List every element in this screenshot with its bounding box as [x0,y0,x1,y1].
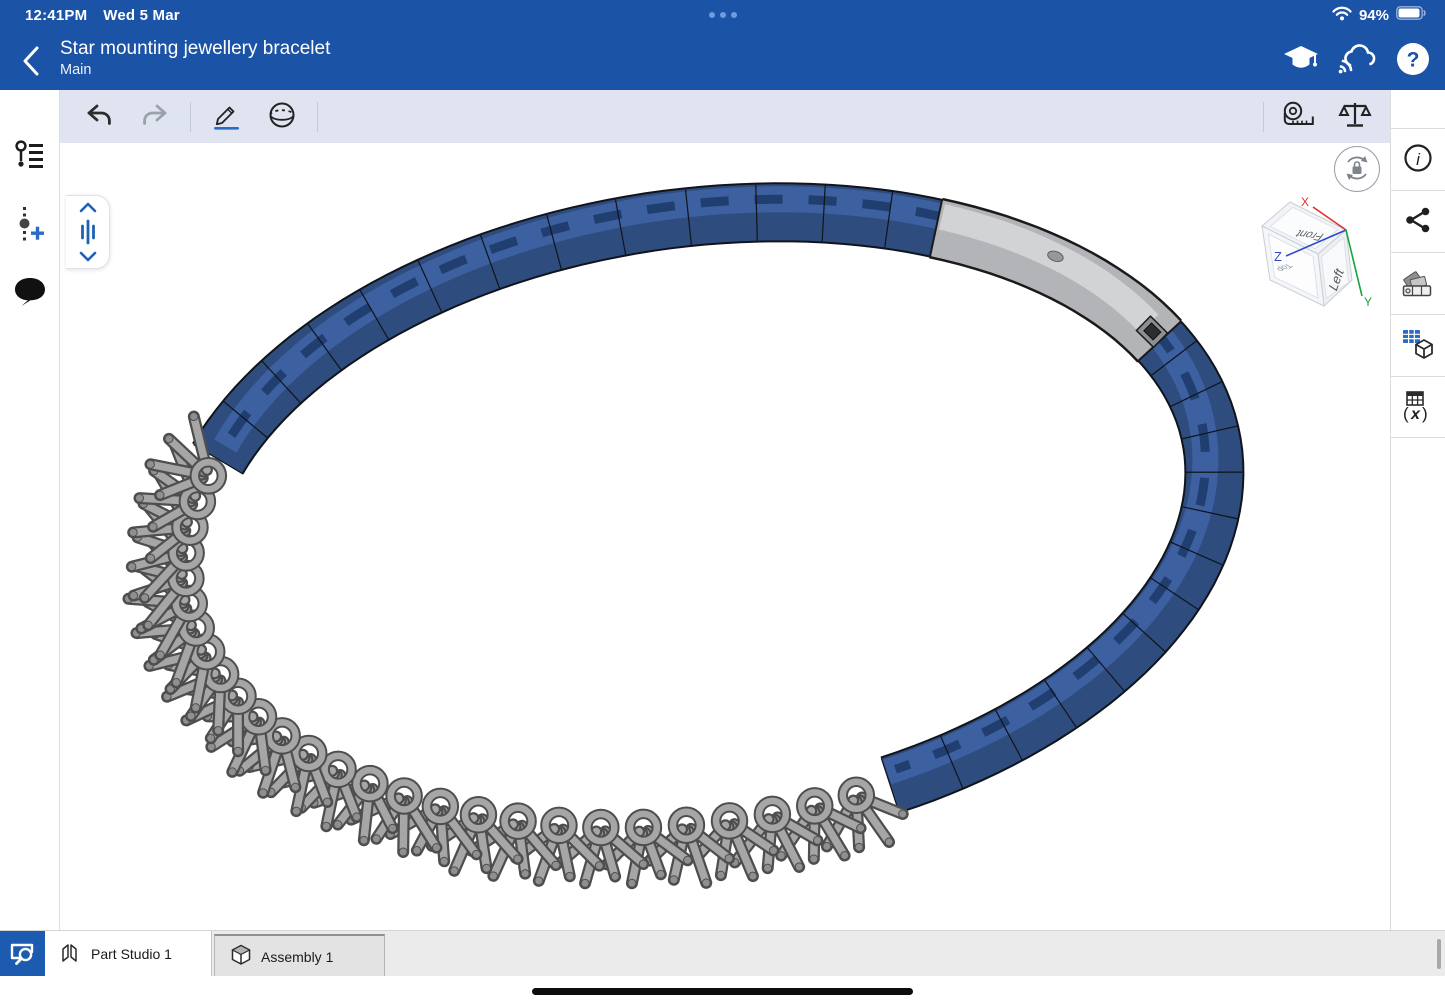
home-indicator[interactable] [532,988,913,995]
tabbar-scrollbar[interactable] [1437,939,1441,969]
app-header: Star mounting jewellery bracelet Main [0,30,1445,90]
variables-button[interactable]: ( x ) [1391,376,1445,438]
svg-text:?: ? [1407,48,1420,71]
insert-plus-icon [14,205,46,246]
workspace-name: Main [60,61,330,80]
left-sidebar [0,90,60,930]
axis-x-label: X [1301,196,1309,209]
battery-icon [1396,6,1427,24]
toolbar-divider [190,102,191,132]
sketch-button[interactable] [205,96,247,138]
bracelet-model [60,143,1390,930]
view-cube[interactable]: Front Left Top X Z Y [1256,196,1386,316]
toolbar-divider [317,102,318,132]
axis-y-label: Y [1364,295,1372,309]
assembly-icon [229,943,253,970]
status-bar: 12:41PM Wed 5 Mar 94% [0,0,1445,30]
measure-button[interactable] [1278,96,1320,138]
tab-search-icon [8,939,38,970]
undo-icon [84,102,114,131]
help-icon: ? [1396,42,1430,79]
configurations-button[interactable] [1391,314,1445,376]
comments-button[interactable] [8,271,52,315]
toolbar-divider [1263,102,1264,132]
configuration-table-cube-icon [1400,327,1436,364]
insert-feature-button[interactable] [8,203,52,247]
scale-balance-icon [1338,100,1372,133]
viewport-canvas[interactable]: Front Left Top X Z Y [60,143,1390,930]
comment-icon [12,276,48,311]
toolbar [60,90,1390,143]
learning-center-button[interactable] [1281,38,1321,82]
share-button[interactable] [1391,190,1445,252]
redo-button[interactable] [134,96,176,138]
right-panel: i [1390,90,1445,930]
variable-table-icon: ( x ) [1400,389,1436,426]
rotation-lock-button[interactable] [1334,146,1380,192]
onshape-app-window: 12:41PM Wed 5 Mar 94% [0,0,1445,1004]
help-button[interactable]: ? [1393,38,1433,82]
svg-text:): ) [1422,404,1428,423]
info-button[interactable]: i [1391,128,1445,190]
multitasking-dots-icon[interactable] [0,0,1445,30]
tab-assembly-label: Assembly 1 [261,949,333,965]
battery-percent: 94% [1359,7,1389,24]
part-studio-icon [59,941,83,968]
rotate-lock-icon [1340,151,1374,188]
appearance-swatches-icon [1400,266,1436,301]
graduation-cap-icon [1282,43,1320,78]
document-title: Star mounting jewellery bracelet [60,37,330,61]
feature-list-button[interactable] [8,135,52,179]
primitive-part-button[interactable] [261,96,303,138]
home-area [0,976,1445,1004]
pencil-icon [210,99,242,134]
tape-measure-icon [1281,100,1317,133]
tab-part-studio[interactable]: Part Studio 1 [45,931,212,977]
search-tabs-button[interactable] [0,931,45,977]
mass-properties-button[interactable] [1334,96,1376,138]
svg-text:x: x [1410,406,1421,423]
share-icon [1403,205,1433,238]
document-tab-bar: Part Studio 1 Assembly 1 [0,930,1445,976]
svg-text:(: ( [1403,404,1409,423]
axis-z-label: Z [1274,249,1282,264]
sphere-icon [266,99,298,134]
offline-sync-button[interactable] [1337,38,1377,82]
appearance-button[interactable] [1391,252,1445,314]
cloud-sync-icon [1337,43,1377,78]
info-icon: i [1402,142,1434,177]
svg-text:i: i [1416,150,1421,169]
wifi-icon [1332,5,1352,25]
redo-icon [140,102,170,131]
back-button[interactable] [14,42,50,82]
feature-list-icon [13,139,47,176]
tab-assembly[interactable]: Assembly 1 [214,934,385,977]
feature-panel-handle[interactable] [66,195,110,269]
undo-button[interactable] [78,96,120,138]
tab-part-studio-label: Part Studio 1 [91,946,172,962]
